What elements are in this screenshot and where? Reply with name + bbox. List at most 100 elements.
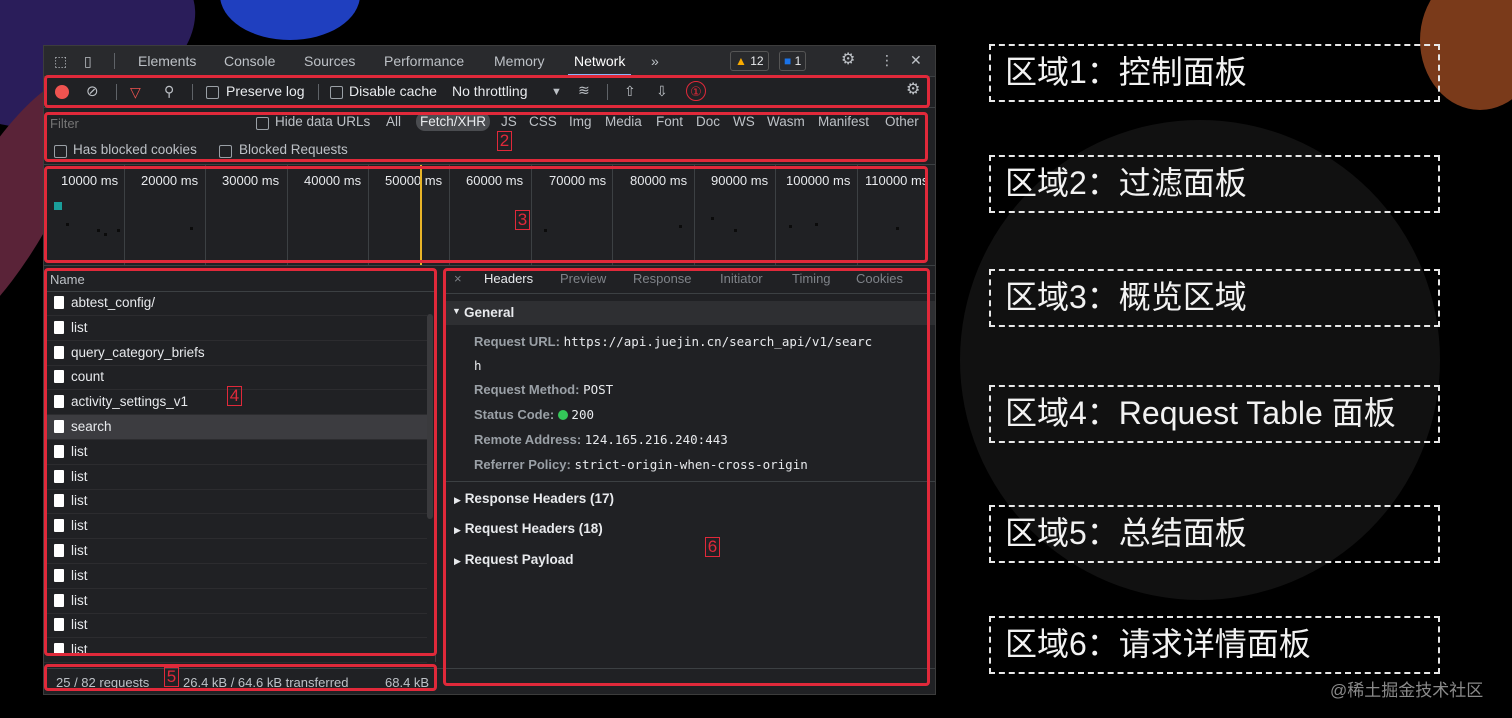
request-name: list xyxy=(71,567,88,583)
toolbar-separator xyxy=(116,84,117,100)
details-tab-timing[interactable]: Timing xyxy=(792,271,831,286)
details-tab-bar: × Headers Preview Response Initiator Tim… xyxy=(444,269,935,294)
details-tab-response[interactable]: Response xyxy=(633,271,692,286)
timeline-dot xyxy=(104,233,107,236)
blocked-requests-checkbox[interactable] xyxy=(219,145,232,158)
timeline-dot xyxy=(896,227,899,230)
general-section-header[interactable]: ▼ General xyxy=(444,301,935,325)
device-toolbar-icon[interactable]: ▯ xyxy=(84,53,92,69)
tab-performance[interactable]: Performance xyxy=(384,53,464,69)
filter-type-wasm[interactable]: Wasm xyxy=(767,114,805,129)
clear-icon[interactable]: ⊘ xyxy=(86,84,99,100)
file-icon xyxy=(54,618,64,632)
request-row[interactable]: list xyxy=(44,465,427,490)
request-row[interactable]: list xyxy=(44,316,427,341)
network-control-toolbar: ⊘ ▽ ⚲ Preserve log Disable cache No thro… xyxy=(44,77,935,108)
response-headers-section[interactable]: ▶ Response Headers (17) xyxy=(454,491,614,506)
disable-cache-checkbox[interactable] xyxy=(330,86,343,99)
preserve-log-checkbox[interactable] xyxy=(206,86,219,99)
filter-type-other[interactable]: Other xyxy=(885,114,919,129)
tick-gridline xyxy=(531,165,532,265)
request-url-value-wrap: h xyxy=(474,358,482,373)
settings-gear-icon[interactable]: ⚙ xyxy=(841,52,855,68)
filter-type-css[interactable]: CSS xyxy=(529,114,557,129)
filter-type-doc[interactable]: Doc xyxy=(696,114,720,129)
overview-timeline[interactable]: 10000 ms 20000 ms 30000 ms 40000 ms 5000… xyxy=(44,165,935,266)
request-row[interactable]: list xyxy=(44,489,427,515)
request-name: list xyxy=(71,493,88,509)
overview-tick-label: 20000 ms xyxy=(141,173,199,188)
messages-badge[interactable]: ■ 1 xyxy=(779,51,807,71)
details-tab-initiator[interactable]: Initiator xyxy=(720,271,763,286)
request-row[interactable]: list xyxy=(44,613,427,639)
request-headers-section[interactable]: ▶ Request Headers (18) xyxy=(454,521,603,536)
timeline-dot xyxy=(815,223,818,226)
transferred-size: 26.4 kB / 64.6 kB transferred xyxy=(183,675,349,690)
filter-type-manifest[interactable]: Manifest xyxy=(818,114,869,129)
hide-data-urls-checkbox[interactable] xyxy=(256,117,269,130)
close-details-icon[interactable]: × xyxy=(454,271,462,286)
annotation-marker-1: ① xyxy=(686,81,706,101)
filter-type-fetch-xhr[interactable]: Fetch/XHR xyxy=(416,112,491,131)
request-row[interactable]: search xyxy=(44,415,427,440)
file-icon xyxy=(54,469,64,483)
details-tab-headers[interactable]: Headers xyxy=(484,271,533,286)
region-label-4: 区域4：Request Table 面板 xyxy=(989,385,1440,443)
column-header-name[interactable]: Name xyxy=(50,272,85,287)
request-url-value: https://api.juejin.cn/search_api/v1/sear… xyxy=(563,334,873,349)
overview-tick-label: 80000 ms xyxy=(630,173,688,188)
tab-console[interactable]: Console xyxy=(224,53,275,69)
status-code-key: Status Code: xyxy=(474,407,555,422)
import-har-icon[interactable]: ⇧ xyxy=(624,83,636,99)
remote-address-row: Remote Address: 124.165.216.240:443 xyxy=(474,432,728,447)
resources-size: 68.4 kB xyxy=(385,675,430,690)
request-row[interactable]: query_category_briefs xyxy=(44,341,427,366)
filter-type-js[interactable]: JS xyxy=(501,114,517,129)
request-method-row: Request Method: POST xyxy=(474,382,613,397)
warnings-badge[interactable]: ▲ 12 xyxy=(730,51,769,71)
filter-icon[interactable]: ▽ xyxy=(130,84,141,100)
file-icon xyxy=(54,395,64,409)
request-row[interactable]: list xyxy=(44,539,427,564)
record-button[interactable] xyxy=(55,85,69,99)
tab-elements[interactable]: Elements xyxy=(138,53,196,69)
filter-type-all[interactable]: All xyxy=(386,114,401,129)
request-name: list xyxy=(71,443,88,459)
throttling-select[interactable]: No throttling xyxy=(452,83,527,99)
inspect-element-icon[interactable]: ⬚ xyxy=(54,53,67,69)
request-row[interactable]: list xyxy=(44,440,427,465)
remote-address-key: Remote Address: xyxy=(474,432,582,447)
details-tab-preview[interactable]: Preview xyxy=(560,271,606,286)
response-headers-title: Response Headers (17) xyxy=(464,491,614,506)
request-payload-section[interactable]: ▶ Request Payload xyxy=(454,552,573,567)
tick-gridline xyxy=(205,165,206,265)
details-tab-cookies[interactable]: Cookies xyxy=(856,271,903,286)
tab-network[interactable]: Network xyxy=(567,53,632,76)
file-icon xyxy=(54,494,64,508)
request-table-scrollbar[interactable] xyxy=(427,314,433,519)
tab-sources[interactable]: Sources xyxy=(304,53,355,69)
overview-tick-label: 50000 ms xyxy=(385,173,443,188)
close-devtools-icon[interactable]: ✕ xyxy=(910,52,922,68)
has-blocked-cookies-checkbox[interactable] xyxy=(54,145,67,158)
filter-type-img[interactable]: Img xyxy=(569,114,592,129)
search-icon[interactable]: ⚲ xyxy=(164,83,174,99)
tab-memory[interactable]: Memory xyxy=(494,53,545,69)
devtools-tab-bar: ⬚ ▯ Elements Console Sources Performance… xyxy=(44,46,935,77)
request-row[interactable]: list xyxy=(44,589,427,614)
network-conditions-icon[interactable]: ≋ xyxy=(578,82,590,98)
request-row[interactable]: list xyxy=(44,564,427,589)
request-row[interactable]: list xyxy=(44,638,427,664)
filter-input[interactable] xyxy=(48,113,242,133)
more-tabs-button[interactable]: » xyxy=(651,53,659,69)
filter-type-ws[interactable]: WS xyxy=(733,114,755,129)
request-row[interactable]: list xyxy=(44,514,427,540)
more-options-icon[interactable]: ⋮ xyxy=(880,52,894,68)
tick-gridline xyxy=(124,165,125,265)
export-har-icon[interactable]: ⇩ xyxy=(656,83,668,99)
request-name: query_category_briefs xyxy=(71,344,205,360)
filter-type-font[interactable]: Font xyxy=(656,114,683,129)
filter-type-media[interactable]: Media xyxy=(605,114,642,129)
network-settings-gear-icon[interactable]: ⚙ xyxy=(906,82,920,98)
request-row[interactable]: abtest_config/ xyxy=(44,291,427,316)
